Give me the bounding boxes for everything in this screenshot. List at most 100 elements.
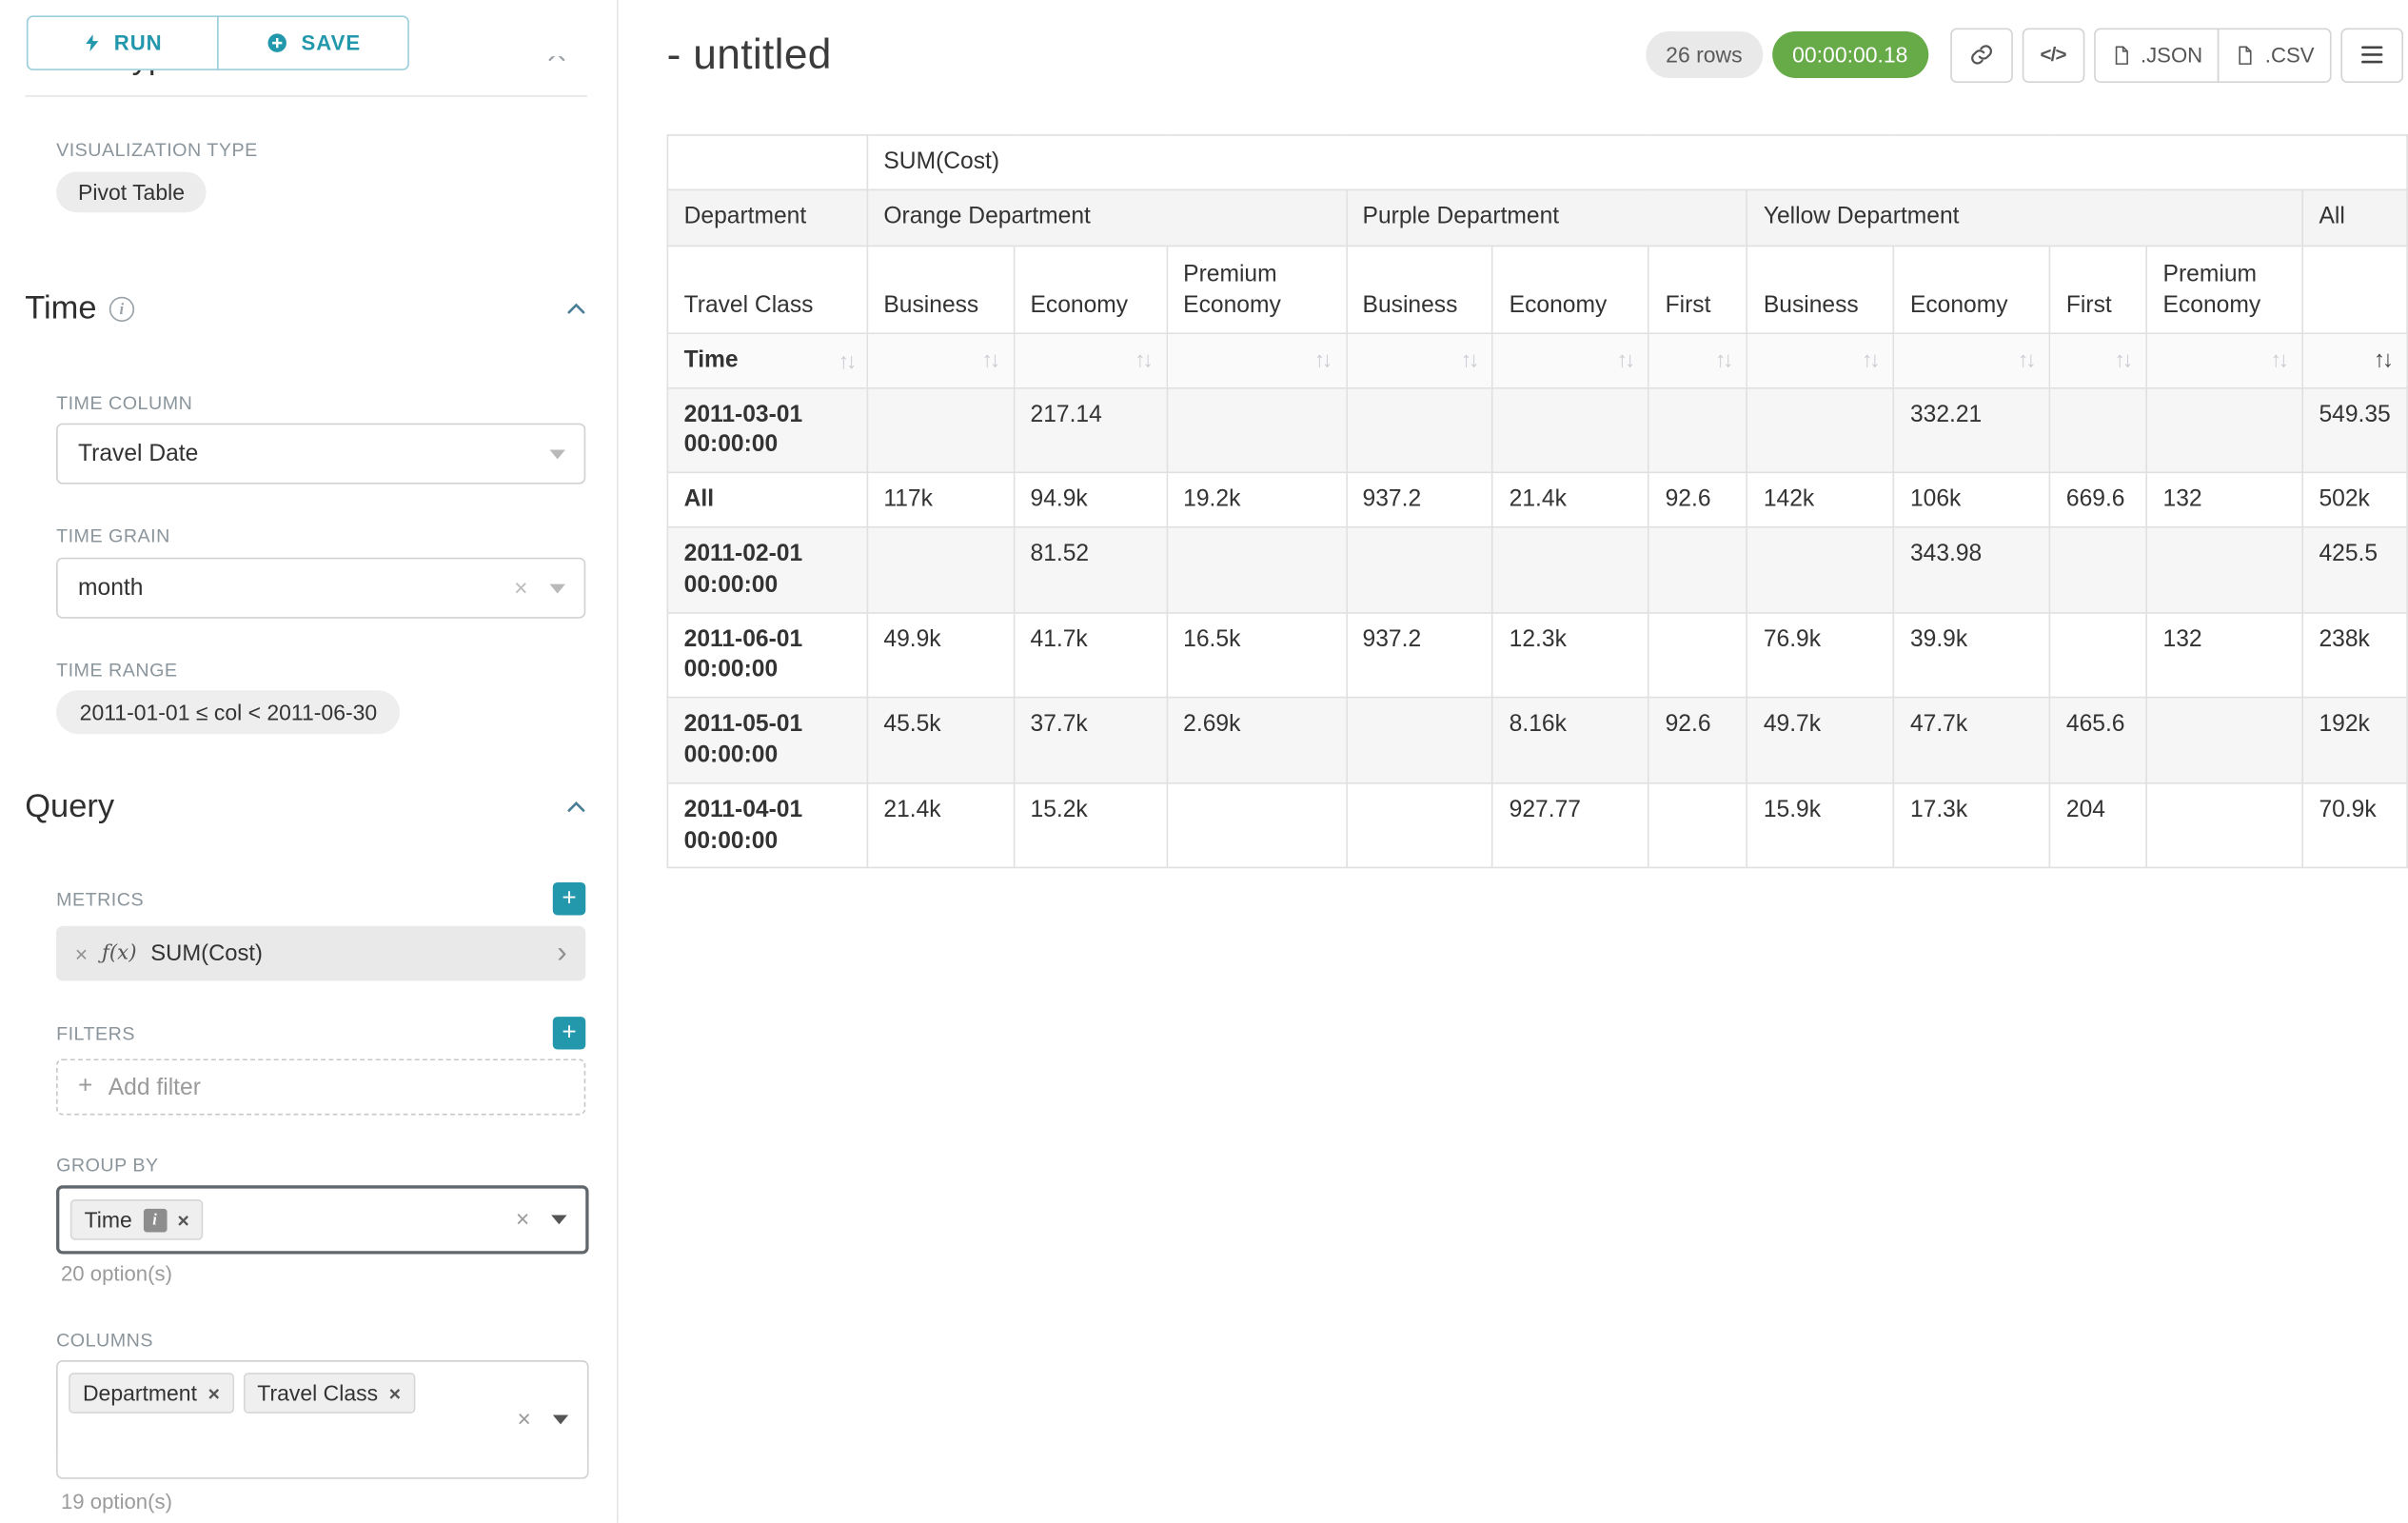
column-header-cell: First bbox=[2050, 246, 2147, 333]
value-cell bbox=[1167, 527, 1346, 613]
group-by-select[interactable]: Timei× × bbox=[56, 1185, 588, 1254]
value-cell bbox=[2146, 527, 2302, 613]
sort-icon[interactable]: ↑↓ bbox=[1617, 346, 1632, 371]
group-header-cell: Yellow Department bbox=[1747, 189, 2303, 246]
sort-icon[interactable]: ↑↓ bbox=[1314, 346, 1330, 371]
time-range-value[interactable]: 2011-01-01 ≤ col < 2011-06-30 bbox=[56, 690, 401, 734]
selected-option-tag[interactable]: Timei× bbox=[70, 1199, 204, 1240]
sort-icon[interactable]: ↑↓ bbox=[839, 346, 854, 374]
value-cell: 8.16k bbox=[1492, 698, 1648, 783]
remove-metric-icon[interactable]: × bbox=[75, 941, 88, 966]
sort-header-cell: ↑↓ bbox=[2146, 333, 2302, 387]
value-cell bbox=[1648, 782, 1747, 868]
pivot-table-container: SUM(Cost)DepartmentOrange DepartmentPurp… bbox=[667, 134, 2408, 869]
file-icon bbox=[2236, 43, 2256, 67]
download-csv-button[interactable]: .CSV bbox=[2219, 28, 2332, 82]
sort-icon[interactable]: ↑↓ bbox=[2115, 346, 2130, 371]
code-icon: </> bbox=[2040, 44, 2065, 66]
sort-icon[interactable]: ↑↓ bbox=[982, 346, 997, 371]
remove-tag-icon[interactable]: × bbox=[389, 1381, 401, 1405]
table-row: 2011-03-01 00:00:00217.14332.21549.35 bbox=[667, 387, 2407, 473]
pivot-table: SUM(Cost)DepartmentOrange DepartmentPurp… bbox=[667, 134, 2408, 869]
selected-option-tag[interactable]: Department× bbox=[69, 1373, 234, 1414]
value-cell bbox=[1648, 387, 1747, 473]
filters-label: FILTERS bbox=[56, 1023, 135, 1045]
time-grain-select[interactable]: month × bbox=[56, 558, 585, 619]
time-column-select[interactable]: Travel Date bbox=[56, 424, 585, 485]
expand-metric-icon[interactable]: › bbox=[557, 939, 566, 968]
control-panel-sidebar: Chart Type RUN SAVE VISUALIZATION TYPE P… bbox=[0, 0, 619, 1523]
chart-panel: - untitled 26 rows 00:00:00.18 </> bbox=[619, 0, 2408, 1523]
value-cell: 192k bbox=[2302, 698, 2407, 783]
value-cell: 465.6 bbox=[2050, 698, 2147, 783]
sort-header-cell: ↑↓ bbox=[1747, 333, 1894, 387]
clear-icon[interactable]: × bbox=[517, 1406, 530, 1433]
value-cell: 549.35 bbox=[2302, 387, 2407, 473]
plus-circle-icon bbox=[266, 31, 289, 55]
metric-item[interactable]: × ƒ(x) SUM(Cost) › bbox=[56, 926, 585, 980]
sort-icon[interactable]: ↑↓ bbox=[1135, 346, 1150, 371]
value-cell: 217.14 bbox=[1014, 387, 1167, 473]
column-info-icon[interactable]: i bbox=[143, 1208, 167, 1232]
divider bbox=[25, 95, 587, 97]
embed-code-button[interactable]: </> bbox=[2022, 28, 2084, 82]
export-button-group: .JSON .CSV bbox=[2094, 28, 2332, 82]
value-cell: 41.7k bbox=[1014, 612, 1167, 698]
value-cell: 39.9k bbox=[1894, 612, 2050, 698]
value-cell bbox=[2146, 782, 2302, 868]
time-grain-label: TIME GRAIN bbox=[56, 524, 170, 546]
sort-header-cell: ↑↓ bbox=[1014, 333, 1167, 387]
sort-header-cell: ↑↓ bbox=[867, 333, 1014, 387]
collapse-time-section-icon[interactable] bbox=[563, 297, 588, 322]
chart-title[interactable]: - untitled bbox=[667, 30, 832, 79]
visualization-type-value[interactable]: Pivot Table bbox=[56, 171, 207, 212]
sort-icon[interactable]: ↑↓ bbox=[1461, 346, 1476, 371]
save-button[interactable]: SAVE bbox=[217, 15, 409, 69]
copy-link-button[interactable] bbox=[1950, 28, 2013, 82]
value-cell bbox=[1492, 527, 1648, 613]
bolt-icon bbox=[83, 31, 102, 55]
csv-button-label: .CSV bbox=[2265, 43, 2315, 67]
value-cell: 17.3k bbox=[1894, 782, 2050, 868]
chevron-up-icon[interactable] bbox=[545, 56, 569, 76]
column-header-cell: Business bbox=[1346, 246, 1492, 333]
run-save-button-group: RUN SAVE bbox=[27, 15, 409, 69]
sort-icon[interactable]: ↑↓ bbox=[1715, 346, 1730, 371]
download-json-button[interactable]: .JSON bbox=[2094, 28, 2220, 82]
clear-icon[interactable]: × bbox=[514, 575, 527, 602]
value-cell: 238k bbox=[2302, 612, 2407, 698]
value-cell: 37.7k bbox=[1014, 698, 1167, 783]
row-label-cell: All bbox=[667, 473, 867, 527]
value-cell: 425.5 bbox=[2302, 527, 2407, 613]
sort-icon[interactable]: ↑↓ bbox=[2271, 346, 2286, 371]
value-cell: 76.9k bbox=[1747, 612, 1894, 698]
menu-button[interactable] bbox=[2340, 28, 2403, 82]
value-cell: 669.6 bbox=[2050, 473, 2147, 527]
add-filter-button[interactable]: + Add filter bbox=[56, 1058, 585, 1115]
add-metric-button[interactable]: + bbox=[553, 882, 585, 915]
sort-icon[interactable]: ↑↓ bbox=[1862, 346, 1877, 371]
sort-desc-icon[interactable]: ↑↓ bbox=[2374, 346, 2391, 373]
info-icon[interactable]: i bbox=[109, 297, 134, 322]
metric-header-row: SUM(Cost) bbox=[667, 135, 2407, 189]
run-button[interactable]: RUN bbox=[27, 15, 219, 69]
group-header-row: DepartmentOrange DepartmentPurple Depart… bbox=[667, 189, 2407, 246]
row-label-cell: 2011-05-01 00:00:00 bbox=[667, 698, 867, 783]
group-by-label: GROUP BY bbox=[56, 1154, 159, 1176]
value-cell bbox=[1346, 782, 1492, 868]
add-filter-plus-button[interactable]: + bbox=[553, 1017, 585, 1049]
sort-icon[interactable]: ↑↓ bbox=[2018, 346, 2033, 371]
clear-icon[interactable]: × bbox=[516, 1206, 529, 1233]
selected-option-tag[interactable]: Travel Class× bbox=[244, 1373, 415, 1414]
value-cell: 132 bbox=[2146, 473, 2302, 527]
group-header-cell: Purple Department bbox=[1346, 189, 1747, 246]
remove-tag-icon[interactable]: × bbox=[207, 1381, 219, 1405]
chart-header: - untitled 26 rows 00:00:00.18 </> bbox=[667, 22, 2403, 88]
collapse-query-section-icon[interactable] bbox=[563, 795, 588, 820]
value-cell bbox=[1346, 527, 1492, 613]
columns-select[interactable]: Department×Travel Class× × bbox=[56, 1360, 588, 1479]
time-column-value: Travel Date bbox=[78, 441, 198, 467]
add-filter-label: Add filter bbox=[109, 1074, 201, 1100]
row-label-cell: 2011-03-01 00:00:00 bbox=[667, 387, 867, 473]
remove-tag-icon[interactable]: × bbox=[177, 1208, 188, 1232]
